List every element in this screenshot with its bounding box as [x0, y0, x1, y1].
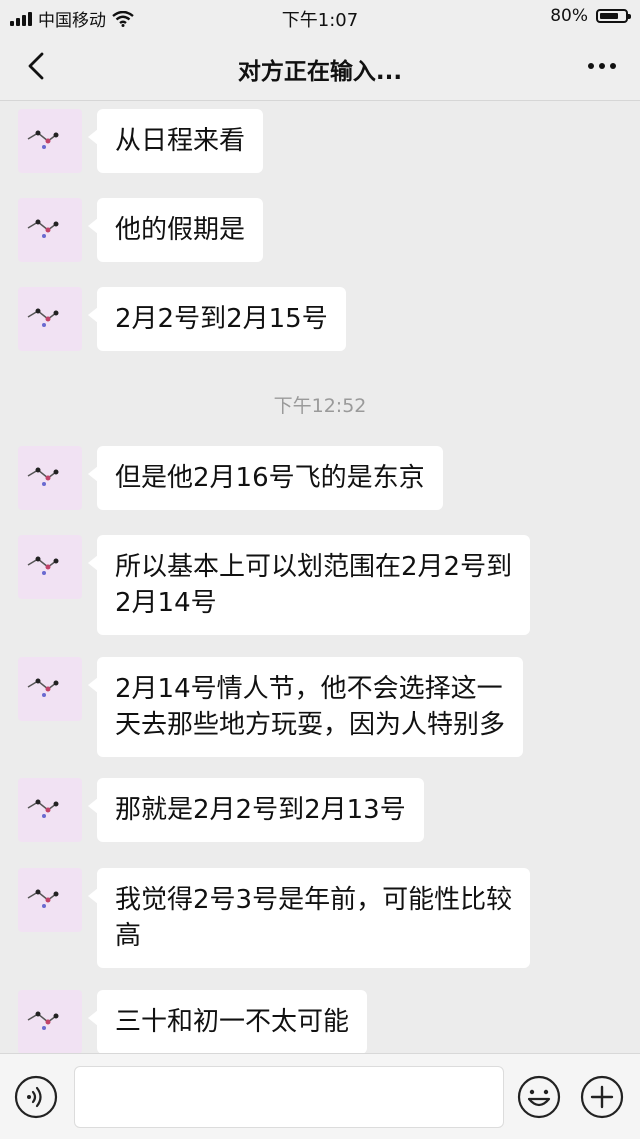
- battery-fill: [600, 13, 619, 19]
- avatar-image: [27, 889, 59, 908]
- avatar[interactable]: [18, 657, 82, 721]
- message-input[interactable]: [74, 1066, 504, 1128]
- status-right: 80%: [550, 6, 631, 26]
- message-text: 三十和初一不太可能: [115, 1007, 350, 1037]
- avatar[interactable]: [18, 535, 82, 599]
- message-text-line: 所以基本上可以划范围在2月2号到: [115, 552, 513, 582]
- message-bubble[interactable]: 那就是2月2号到2月13号: [88, 778, 424, 842]
- avatar-image: [27, 308, 59, 327]
- chat-area[interactable]: 从日程来看 他的假期是 2月2号到2月15号 下午12:52 但是他2月16号飞…: [0, 101, 640, 1053]
- more-button[interactable]: [582, 50, 622, 82]
- message-bubble[interactable]: 2月14号情人节，他不会选择这一 天去那些地方玩耍，因为人特别多: [87, 657, 524, 757]
- avatar-image: [27, 467, 59, 486]
- voice-button[interactable]: [14, 1075, 58, 1119]
- avatar-image: [27, 219, 59, 238]
- input-bar: [0, 1053, 640, 1139]
- voice-icon: [14, 1075, 58, 1119]
- emoji-icon: [517, 1075, 561, 1119]
- avatar-image: [27, 130, 59, 149]
- message-bubble[interactable]: 但是他2月16号飞的是东京: [88, 446, 443, 510]
- avatar[interactable]: [18, 868, 82, 932]
- message-text: 2月2号到2月15号: [115, 304, 328, 334]
- message-text-line: 2月14号情人节，他不会选择这一: [115, 674, 503, 704]
- status-time: 下午1:07: [281, 10, 359, 31]
- more-dot: [610, 63, 616, 69]
- avatar[interactable]: [18, 198, 82, 262]
- message-text-line: 2月14号: [115, 588, 217, 618]
- emoji-button[interactable]: [517, 1075, 561, 1119]
- message-bubble[interactable]: 2月2号到2月15号: [88, 287, 346, 351]
- message-text: 那就是2月2号到2月13号: [115, 795, 406, 825]
- avatar[interactable]: [18, 990, 82, 1053]
- message-text: 他的假期是: [115, 215, 246, 245]
- avatar-image: [27, 678, 59, 697]
- avatar[interactable]: [18, 109, 82, 173]
- message-text: 从日程来看: [115, 126, 246, 156]
- message-bubble[interactable]: 从日程来看: [87, 109, 264, 173]
- battery-icon: [596, 9, 631, 23]
- plus-button[interactable]: [580, 1075, 624, 1119]
- message-text-line: 高: [115, 921, 142, 951]
- time-divider: 下午12:52: [273, 395, 367, 417]
- avatar[interactable]: [18, 287, 82, 351]
- avatar-image: [27, 799, 59, 818]
- message-bubble[interactable]: 他的假期是: [87, 198, 264, 262]
- more-dot: [588, 63, 594, 69]
- chat-title: 对方正在输入...: [237, 59, 403, 85]
- status-bar: 中国移动 下午1:07 80%: [0, 0, 640, 32]
- avatar[interactable]: [18, 778, 82, 842]
- message-text: 但是他2月16号飞的是东京: [115, 463, 425, 493]
- more-dot: [599, 63, 605, 69]
- message-text-line: 我觉得2号3号是年前，可能性比较: [115, 885, 513, 915]
- nav-bar: 对方正在输入...: [0, 32, 640, 101]
- back-button[interactable]: [18, 48, 54, 84]
- plus-icon: [580, 1075, 624, 1119]
- chevron-left-icon: [28, 52, 44, 80]
- battery-percent: 80%: [550, 6, 588, 26]
- message-bubble[interactable]: 三十和初一不太可能: [87, 990, 368, 1053]
- avatar-image: [27, 1011, 59, 1030]
- message-text-line: 天去那些地方玩耍，因为人特别多: [115, 710, 506, 740]
- message-bubble[interactable]: 我觉得2号3号是年前，可能性比较 高: [87, 868, 531, 968]
- avatar-image: [27, 556, 59, 575]
- message-bubble[interactable]: 所以基本上可以划范围在2月2号到 2月14号: [87, 535, 531, 635]
- avatar[interactable]: [18, 446, 82, 510]
